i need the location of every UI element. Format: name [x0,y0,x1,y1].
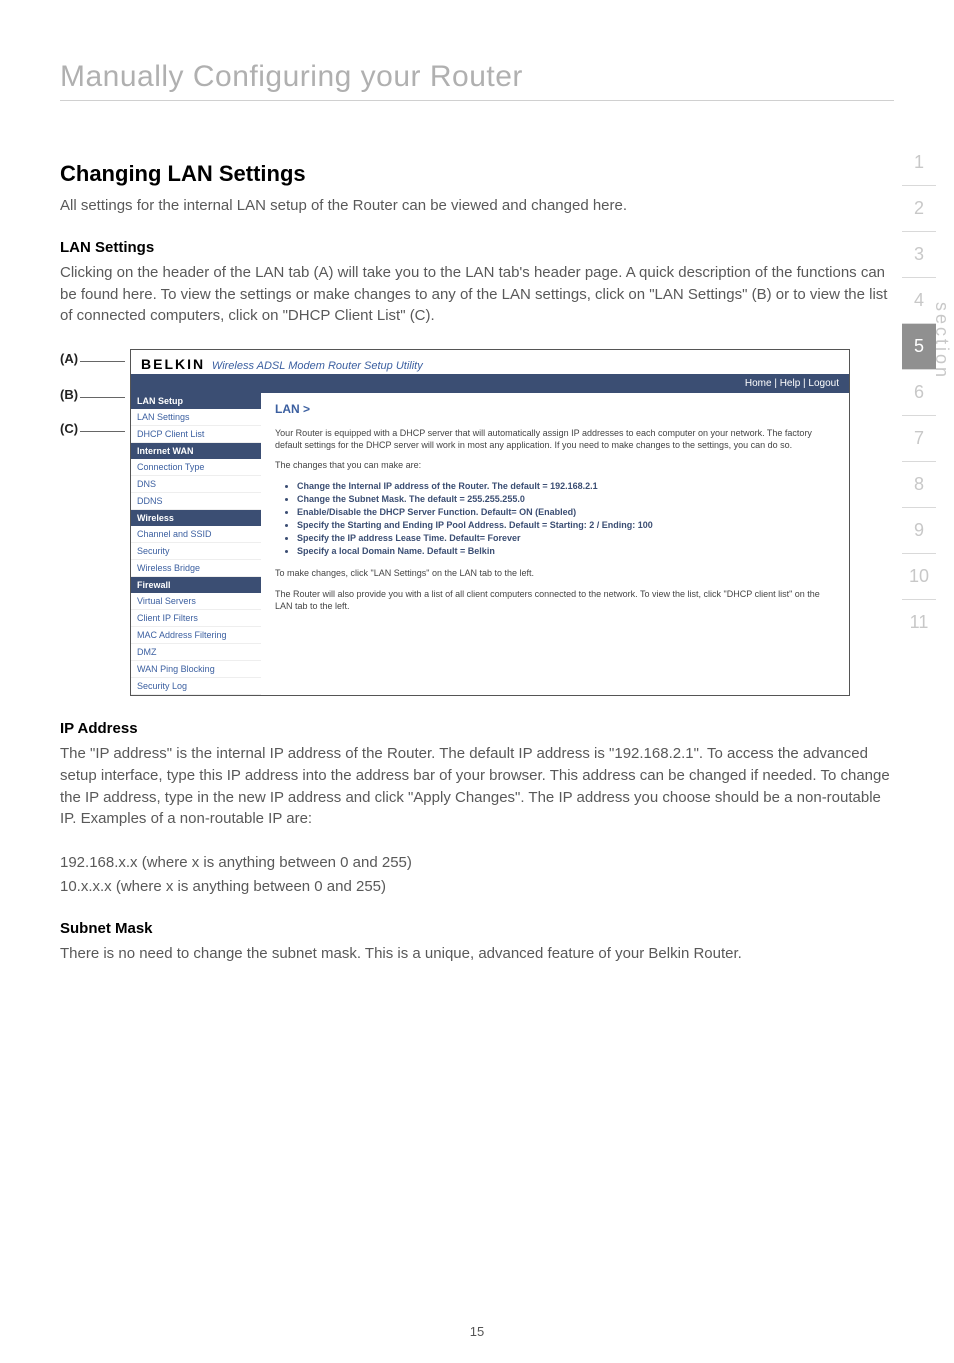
lan-settings-text: Clicking on the header of the LAN tab (A… [60,262,894,327]
intro-text: All settings for the internal LAN setup … [60,195,894,217]
nav-item-virtual-servers[interactable]: Virtual Servers [131,593,261,610]
nav-item-security[interactable]: Security [131,543,261,560]
section-label: section [931,302,952,380]
nav-item-channel-ssid[interactable]: Channel and SSID [131,526,261,543]
ip-example-2: 10.x.x.x (where x is anything between 0 … [60,876,894,898]
section-nav-item-8[interactable]: 8 [902,462,936,508]
figure-label-a: (A) [60,351,78,366]
nav-header-wan[interactable]: Internet WAN [131,443,261,459]
router-main-bullets: Change the Internal IP address of the Ro… [297,480,835,558]
router-header: BELKIN Wireless ADSL Modem Router Setup … [131,350,849,374]
router-main-title: LAN > [275,401,835,417]
section-nav-item-10[interactable]: 10 [902,554,936,600]
router-ui-screenshot: BELKIN Wireless ADSL Modem Router Setup … [130,349,850,696]
router-main-p1: Your Router is equipped with a DHCP serv… [275,427,835,451]
router-nav: LAN Setup LAN Settings DHCP Client List … [131,393,261,695]
heading-lan-settings: LAN Settings [60,239,894,256]
nav-item-mac-filtering[interactable]: MAC Address Filtering [131,627,261,644]
page-number: 15 [0,1324,954,1339]
router-main-p3: To make changes, click "LAN Settings" on… [275,567,835,579]
list-item: Change the Subnet Mask. The default = 25… [297,493,835,505]
ip-address-text: The "IP address" is the internal IP addr… [60,743,894,830]
list-item: Change the Internal IP address of the Ro… [297,480,835,492]
nav-item-lan-settings[interactable]: LAN Settings [131,409,261,426]
nav-item-client-ip-filters[interactable]: Client IP Filters [131,610,261,627]
nav-item-wan-ping-blocking[interactable]: WAN Ping Blocking [131,661,261,678]
heading-subnet-mask: Subnet Mask [60,920,894,937]
figure-label-c: (C) [60,421,78,436]
router-main-p4: The Router will also provide you with a … [275,588,835,612]
figure-line [80,431,125,432]
nav-item-ddns[interactable]: DDNS [131,493,261,510]
router-subtitle: Wireless ADSL Modem Router Setup Utility [212,360,423,372]
router-main-p2: The changes that you can make are: [275,459,835,471]
heading-changing-lan: Changing LAN Settings [60,161,894,187]
list-item: Enable/Disable the DHCP Server Function.… [297,506,835,518]
nav-item-dmz[interactable]: DMZ [131,644,261,661]
ip-example-1: 192.168.x.x (where x is anything between… [60,852,894,874]
list-item: Specify the IP address Lease Time. Defau… [297,532,835,544]
nav-item-dhcp-client-list[interactable]: DHCP Client List [131,426,261,443]
list-item: Specify a local Domain Name. Default = B… [297,545,835,557]
router-main-panel: LAN > Your Router is equipped with a DHC… [261,393,849,695]
router-figure: (A) (B) (C) BELKIN Wireless ADSL Modem R… [60,349,894,696]
page-title: Manually Configuring your Router [60,60,894,101]
section-nav-item-2[interactable]: 2 [902,186,936,232]
list-item: Specify the Starting and Ending IP Pool … [297,519,835,531]
nav-header-firewall[interactable]: Firewall [131,577,261,593]
section-nav-item-7[interactable]: 7 [902,416,936,462]
section-nav-item-3[interactable]: 3 [902,232,936,278]
figure-line [80,361,125,362]
section-nav: 1 2 3 4 5 6 7 8 9 10 11 [902,140,936,645]
subnet-mask-text: There is no need to change the subnet ma… [60,943,894,965]
heading-ip-address: IP Address [60,720,894,737]
nav-item-wireless-bridge[interactable]: Wireless Bridge [131,560,261,577]
figure-label-b: (B) [60,387,78,402]
nav-header-wireless[interactable]: Wireless [131,510,261,526]
router-brand: BELKIN [141,356,205,372]
nav-item-dns[interactable]: DNS [131,476,261,493]
nav-item-security-log[interactable]: Security Log [131,678,261,695]
section-nav-item-9[interactable]: 9 [902,508,936,554]
router-topbar[interactable]: Home | Help | Logout [131,374,849,393]
section-nav-item-1[interactable]: 1 [902,140,936,186]
nav-header-lan[interactable]: LAN Setup [131,393,261,409]
figure-line [80,397,125,398]
section-nav-item-11[interactable]: 11 [902,600,936,645]
nav-item-connection-type[interactable]: Connection Type [131,459,261,476]
